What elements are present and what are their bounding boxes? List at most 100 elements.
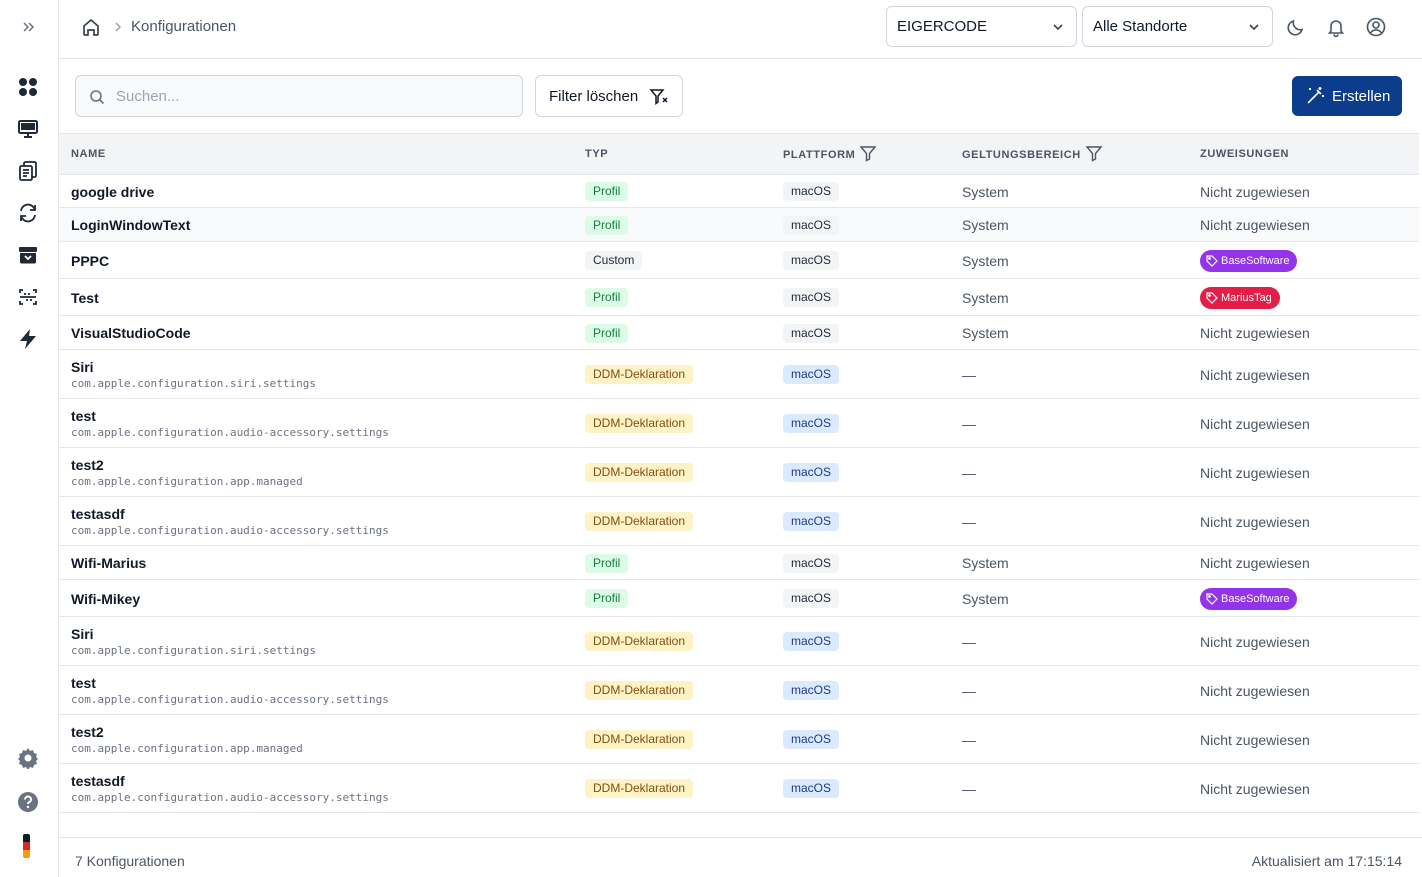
assignment-tag[interactable]: MariusTag: [1200, 286, 1280, 309]
moon-icon[interactable]: [1286, 17, 1306, 37]
help-icon[interactable]: [14, 788, 42, 816]
cell-type: DDM-Deklaration: [585, 617, 694, 666]
configuration-name[interactable]: Siri: [71, 359, 94, 375]
cell-platform: macOS: [783, 279, 840, 316]
cell-platform: macOS: [783, 580, 840, 617]
home-icon[interactable]: [81, 17, 101, 37]
lightning-icon[interactable]: [14, 325, 42, 353]
table-row[interactable]: test2 com.apple.configuration.app.managed…: [59, 448, 1419, 497]
cell-platform: macOS: [783, 617, 840, 666]
table-row[interactable]: Wifi-Mikey Profil macOS System BaseSoftware: [59, 580, 1419, 617]
footer: 7 Konfigurationen Aktualisiert am 17:15:…: [59, 837, 1422, 877]
cell-type: DDM-Deklaration: [585, 715, 694, 764]
filter-icon[interactable]: [1085, 144, 1103, 162]
cell-type: DDM-Deklaration: [585, 350, 694, 399]
cell-type: DDM-Deklaration: [585, 764, 694, 813]
column-header-assignments[interactable]: ZUWEISUNGEN: [1200, 148, 1289, 160]
cell-name: testasdf com.apple.configuration.audio-ac…: [71, 497, 389, 546]
configuration-name[interactable]: VisualStudioCode: [71, 325, 191, 341]
type-badge: DDM-Deklaration: [585, 779, 694, 798]
documents-icon[interactable]: [14, 157, 42, 185]
scan-icon[interactable]: [14, 283, 42, 311]
platform-badge: macOS: [783, 414, 840, 433]
column-header-platform[interactable]: PLATTFORM: [783, 146, 877, 162]
type-badge: Profil: [585, 323, 629, 343]
cell-name: testasdf com.apple.configuration.audio-ac…: [71, 764, 389, 813]
configuration-name[interactable]: test: [71, 408, 96, 424]
configuration-name[interactable]: test2: [71, 724, 104, 740]
configuration-name[interactable]: LoginWindowText: [71, 217, 190, 233]
cell-platform: macOS: [783, 175, 840, 208]
cell-type: Profil: [585, 279, 629, 316]
cell-assignment: BaseSoftware: [1200, 580, 1298, 617]
configuration-name[interactable]: testasdf: [71, 773, 125, 789]
cell-scope: —: [962, 682, 976, 699]
create-button-label: Erstellen: [1332, 87, 1391, 105]
configuration-name[interactable]: Wifi-Marius: [71, 555, 146, 571]
search-box: [75, 75, 523, 117]
table-body: google drive Profil macOS System Nicht zugew…: [59, 175, 1419, 813]
table-row[interactable]: testasdf com.apple.configuration.audio-ac…: [59, 497, 1419, 546]
configuration-name[interactable]: testasdf: [71, 506, 125, 522]
table-row[interactable]: PPPC Custom macOS System BaseSoftware: [59, 242, 1419, 279]
tag-icon: [1206, 291, 1218, 304]
column-header-name[interactable]: NAME: [71, 148, 106, 160]
configuration-name[interactable]: PPPC: [71, 253, 109, 269]
search-input[interactable]: [116, 76, 516, 116]
location-select[interactable]: Alle Standorte: [1082, 6, 1273, 47]
table-row[interactable]: test com.apple.configuration.audio-access…: [59, 399, 1419, 448]
table-row[interactable]: google drive Profil macOS System Nicht zugew…: [59, 175, 1419, 208]
table-row[interactable]: Wifi-Marius Profil macOS System Nicht zugewi…: [59, 546, 1419, 580]
cell-assignment: Nicht zugewiesen: [1200, 316, 1310, 350]
cell-scope: —: [962, 513, 976, 530]
platform-badge: macOS: [783, 365, 840, 384]
cell-name: Wifi-Marius: [71, 546, 146, 580]
bell-icon[interactable]: [1326, 17, 1346, 38]
filter-icon[interactable]: [859, 144, 877, 162]
configuration-name[interactable]: Siri: [71, 626, 94, 642]
cell-type: Custom: [585, 242, 643, 279]
table-row[interactable]: Siri com.apple.configuration.siri.setting…: [59, 617, 1419, 666]
configuration-name[interactable]: google drive: [71, 184, 154, 200]
breadcrumb-current: Konfigurationen: [131, 18, 237, 35]
configuration-name[interactable]: Wifi-Mikey: [71, 591, 140, 607]
cell-assignment: Nicht zugewiesen: [1200, 208, 1310, 242]
flag-de-icon[interactable]: [23, 834, 30, 858]
configuration-name[interactable]: Test: [71, 290, 99, 306]
table-row[interactable]: Test Profil macOS System MariusTag: [59, 279, 1419, 316]
archive-icon[interactable]: [14, 241, 42, 269]
assignment-text: Nicht zugewiesen: [1200, 780, 1310, 797]
create-button[interactable]: Erstellen: [1292, 76, 1402, 116]
last-updated: Aktualisiert am 17:15:14: [1251, 853, 1402, 869]
cell-platform: macOS: [783, 208, 840, 242]
table-row[interactable]: test com.apple.configuration.audio-access…: [59, 666, 1419, 715]
assignment-tag[interactable]: BaseSoftware: [1200, 249, 1298, 272]
organization-select[interactable]: EIGERCODE: [886, 6, 1077, 47]
platform-badge: macOS: [783, 589, 840, 608]
column-header-type[interactable]: TYP: [585, 148, 608, 160]
table-row[interactable]: LoginWindowText Profil macOS System Nicht zu…: [59, 208, 1419, 242]
table-row[interactable]: testasdf com.apple.configuration.audio-ac…: [59, 764, 1419, 813]
column-header-scope[interactable]: GELTUNGSBEREICH: [962, 146, 1103, 162]
clear-filter-button[interactable]: Filter löschen: [535, 75, 683, 117]
cell-name: google drive: [71, 175, 154, 208]
monitor-icon[interactable]: [14, 115, 42, 143]
sync-icon[interactable]: [14, 199, 42, 227]
cell-name: Siri com.apple.configuration.siri.setting…: [71, 617, 316, 666]
table-row[interactable]: Siri com.apple.configuration.siri.setting…: [59, 350, 1419, 399]
configuration-identifier: com.apple.configuration.audio-accessory.…: [71, 426, 389, 439]
table-row[interactable]: VisualStudioCode Profil macOS System Nicht z…: [59, 316, 1419, 350]
assignment-tag[interactable]: BaseSoftware: [1200, 587, 1298, 610]
user-circle-icon[interactable]: [1366, 17, 1386, 37]
cell-type: DDM-Deklaration: [585, 399, 694, 448]
chevron-down-icon: [1050, 19, 1066, 35]
table-row[interactable]: test2 com.apple.configuration.app.managed…: [59, 715, 1419, 764]
configuration-name[interactable]: test2: [71, 457, 104, 473]
cell-name: test com.apple.configuration.audio-access…: [71, 666, 389, 715]
cell-scope: System: [962, 555, 1009, 571]
cell-type: Profil: [585, 546, 629, 580]
settings-icon[interactable]: [14, 744, 42, 772]
expand-sidebar-icon[interactable]: [14, 13, 42, 41]
dashboard-icon[interactable]: [14, 73, 42, 101]
configuration-name[interactable]: test: [71, 675, 96, 691]
